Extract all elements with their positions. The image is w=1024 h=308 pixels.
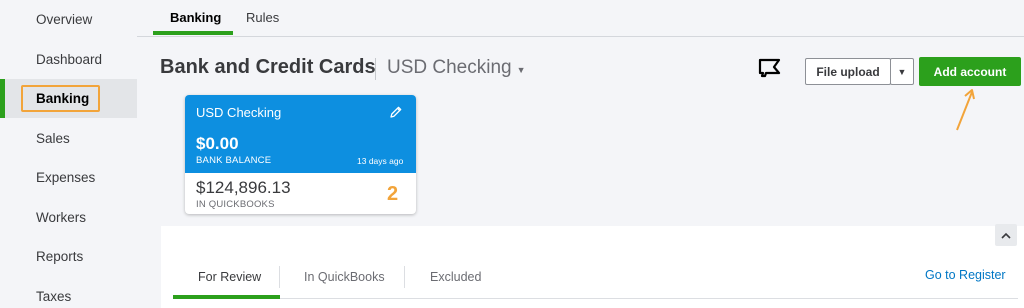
chevron-up-icon <box>1001 232 1011 239</box>
sidebar-item-taxes[interactable]: Taxes <box>0 277 137 308</box>
bank-balance-value: $0.00 <box>196 134 239 153</box>
annotation-number: 2 <box>387 183 399 205</box>
go-to-register-link[interactable]: Go to Register <box>925 268 1006 282</box>
collapse-button[interactable] <box>995 224 1017 246</box>
pencil-icon[interactable] <box>389 105 403 119</box>
left-nav: Overview Dashboard Banking Sales Expense… <box>0 0 137 308</box>
account-card-header: USD Checking $0.00 BANK BALANCE 13 days … <box>185 95 416 173</box>
sidebar-item-label: Dashboard <box>36 52 103 67</box>
tab-divider <box>279 266 280 288</box>
file-upload-dropdown[interactable]: ▼ <box>890 58 914 85</box>
account-card[interactable]: USD Checking $0.00 BANK BALANCE 13 days … <box>185 95 416 214</box>
sidebar-item-workers[interactable]: Workers <box>0 198 137 237</box>
sidebar-item-label: Taxes <box>36 289 72 304</box>
megaphone-icon[interactable] <box>757 56 783 78</box>
tabs-baseline <box>173 298 1018 299</box>
quickbooks-balance-value: $124,896.13 <box>196 178 291 197</box>
tab-divider <box>404 266 405 288</box>
transactions-panel <box>161 226 1024 308</box>
sidebar-item-sales[interactable]: Sales <box>0 119 137 158</box>
account-selector-label: USD Checking <box>387 57 512 78</box>
account-name: USD Checking <box>196 105 282 120</box>
highlight-box <box>21 85 100 112</box>
active-indicator <box>0 79 5 118</box>
title-divider <box>375 58 376 80</box>
tab-excluded[interactable]: Excluded <box>430 270 481 284</box>
sidebar-item-expenses[interactable]: Expenses <box>0 158 137 197</box>
bank-balance-label: BANK BALANCE <box>196 155 272 166</box>
sidebar-item-label: Sales <box>36 131 70 146</box>
tab-for-review[interactable]: For Review <box>198 270 261 284</box>
top-tabs: Banking Rules <box>137 0 1024 37</box>
annotation-arrow-icon <box>956 89 975 131</box>
add-account-button[interactable]: Add account <box>919 57 1021 86</box>
sidebar-item-label: Overview <box>36 12 93 27</box>
sidebar-item-label: Workers <box>36 210 87 225</box>
sidebar-item-reports[interactable]: Reports <box>0 237 137 276</box>
sidebar-item-banking[interactable]: Banking <box>0 79 137 118</box>
page-title: Bank and Credit Cards <box>160 56 376 78</box>
file-upload-button[interactable]: File upload <box>805 58 891 85</box>
sidebar-item-dashboard[interactable]: Dashboard <box>0 40 137 79</box>
tab-banking[interactable]: Banking <box>170 10 221 25</box>
caret-down-icon: ▼ <box>516 64 526 75</box>
active-tab-indicator <box>153 31 233 35</box>
account-selector[interactable]: USD Checking ▼ <box>387 57 526 79</box>
sidebar-item-label: Expenses <box>36 170 96 185</box>
sidebar-item-overview[interactable]: Overview <box>0 0 137 39</box>
tab-rules[interactable]: Rules <box>246 10 279 25</box>
tab-in-quickbooks[interactable]: In QuickBooks <box>304 270 385 284</box>
chevron-down-icon: ▼ <box>897 66 907 77</box>
active-subtab-indicator <box>173 295 280 299</box>
last-updated: 13 days ago <box>357 156 404 166</box>
sidebar-item-label: Reports <box>36 249 84 264</box>
quickbooks-balance-label: IN QUICKBOOKS <box>196 199 275 210</box>
